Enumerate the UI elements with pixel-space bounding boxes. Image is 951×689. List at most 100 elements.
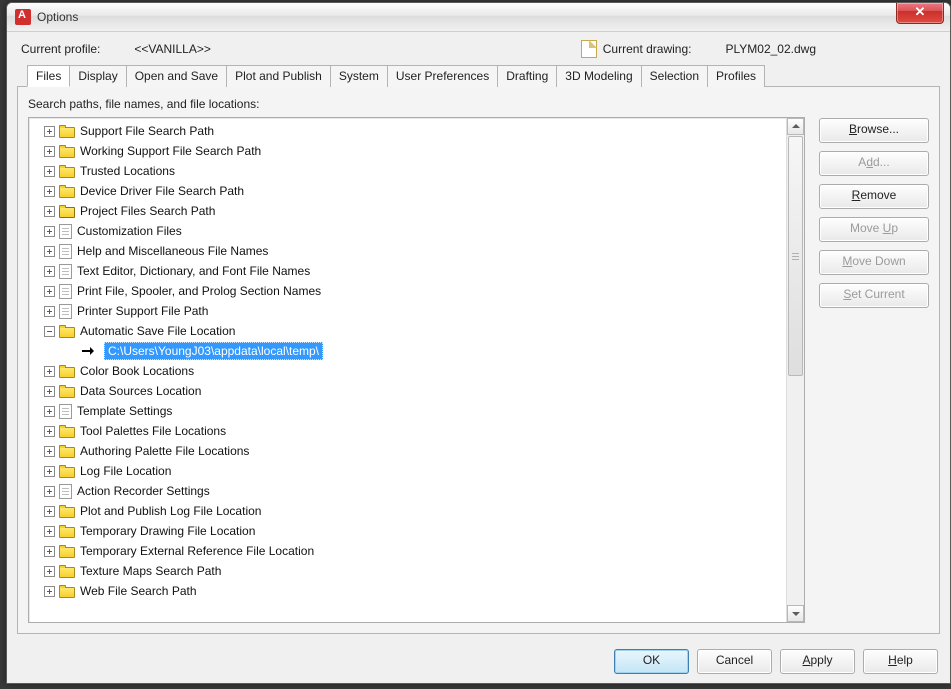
app-icon bbox=[15, 9, 31, 25]
file-icon bbox=[59, 404, 72, 419]
expand-icon[interactable] bbox=[44, 146, 55, 157]
add-button[interactable]: Add... bbox=[819, 151, 929, 176]
expand-icon[interactable] bbox=[44, 406, 55, 417]
tree-item[interactable]: Device Driver File Search Path bbox=[30, 181, 786, 201]
move-up-button[interactable]: Move Up bbox=[819, 217, 929, 242]
current-profile-value: <<VANILLA>> bbox=[134, 42, 211, 56]
tree-item-label: Log File Location bbox=[80, 464, 171, 478]
tree-item[interactable]: Action Recorder Settings bbox=[30, 481, 786, 501]
expand-icon[interactable] bbox=[44, 526, 55, 537]
file-icon bbox=[59, 484, 72, 499]
set-current-button[interactable]: Set Current bbox=[819, 283, 929, 308]
tree-item[interactable]: Working Support File Search Path bbox=[30, 141, 786, 161]
tree-item[interactable]: Trusted Locations bbox=[30, 161, 786, 181]
expand-icon[interactable] bbox=[44, 386, 55, 397]
browse-button[interactable]: Browse... bbox=[819, 118, 929, 143]
scroll-thumb[interactable] bbox=[788, 136, 803, 376]
tree-item[interactable]: Log File Location bbox=[30, 461, 786, 481]
tree-item[interactable]: Temporary Drawing File Location bbox=[30, 521, 786, 541]
cancel-button[interactable]: Cancel bbox=[697, 649, 772, 674]
selected-path[interactable]: C:\Users\YoungJ03\appdata\local\temp\ bbox=[104, 342, 323, 360]
tree-item[interactable]: Authoring Palette File Locations bbox=[30, 441, 786, 461]
tab-files[interactable]: Files bbox=[27, 65, 70, 87]
tree-item[interactable]: Template Settings bbox=[30, 401, 786, 421]
tree-item-label: Texture Maps Search Path bbox=[80, 564, 221, 578]
tree-item[interactable]: Data Sources Location bbox=[30, 381, 786, 401]
tree-item[interactable]: Customization Files bbox=[30, 221, 786, 241]
tab-plot-and-publish[interactable]: Plot and Publish bbox=[227, 65, 331, 87]
tree-item[interactable]: Text Editor, Dictionary, and Font File N… bbox=[30, 261, 786, 281]
tree-item[interactable]: Automatic Save File Location bbox=[30, 321, 786, 341]
tab-3d-modeling[interactable]: 3D Modeling bbox=[557, 65, 641, 87]
expand-icon[interactable] bbox=[44, 566, 55, 577]
expand-icon[interactable] bbox=[44, 306, 55, 317]
tab-system[interactable]: System bbox=[331, 65, 388, 87]
tab-open-and-save[interactable]: Open and Save bbox=[127, 65, 227, 87]
tree-item-label: Text Editor, Dictionary, and Font File N… bbox=[77, 264, 310, 278]
move-down-button[interactable]: Move Down bbox=[819, 250, 929, 275]
apply-button[interactable]: Apply bbox=[780, 649, 855, 674]
expand-icon[interactable] bbox=[44, 446, 55, 457]
tree-view[interactable]: Support File Search Path Working Support … bbox=[28, 117, 805, 623]
tab-profiles[interactable]: Profiles bbox=[708, 65, 765, 87]
window-title: Options bbox=[37, 10, 78, 24]
profile-row: Current profile: <<VANILLA>> Current dra… bbox=[17, 40, 940, 64]
tree-item[interactable]: Print File, Spooler, and Prolog Section … bbox=[30, 281, 786, 301]
tree-item-label: Help and Miscellaneous File Names bbox=[77, 244, 268, 258]
tree-item[interactable]: Plot and Publish Log File Location bbox=[30, 501, 786, 521]
tab-selection[interactable]: Selection bbox=[642, 65, 708, 87]
current-drawing-value: PLYM02_02.dwg bbox=[725, 42, 816, 56]
tree-item-label: Support File Search Path bbox=[80, 124, 214, 138]
tree-item[interactable]: Printer Support File Path bbox=[30, 301, 786, 321]
tree-item-label: Data Sources Location bbox=[80, 384, 201, 398]
remove-button[interactable]: Remove bbox=[819, 184, 929, 209]
current-drawing-label: Current drawing: bbox=[603, 42, 692, 56]
scroll-down-button[interactable] bbox=[787, 605, 804, 622]
tree-item[interactable]: Temporary External Reference File Locati… bbox=[30, 541, 786, 561]
expand-icon[interactable] bbox=[44, 246, 55, 257]
expand-icon[interactable] bbox=[44, 186, 55, 197]
tree-item[interactable]: Project Files Search Path bbox=[30, 201, 786, 221]
expand-icon[interactable] bbox=[44, 226, 55, 237]
expand-icon[interactable] bbox=[44, 546, 55, 557]
tree-item-label: Authoring Palette File Locations bbox=[80, 444, 249, 458]
expand-icon[interactable] bbox=[44, 266, 55, 277]
help-button[interactable]: Help bbox=[863, 649, 938, 674]
folder-icon bbox=[59, 505, 75, 518]
tree-item[interactable]: Color Book Locations bbox=[30, 361, 786, 381]
folder-icon bbox=[59, 565, 75, 578]
tree-item[interactable]: Web File Search Path bbox=[30, 581, 786, 601]
tab-user-preferences[interactable]: User Preferences bbox=[388, 65, 498, 87]
expand-icon[interactable] bbox=[44, 586, 55, 597]
tree-item-label: Printer Support File Path bbox=[77, 304, 208, 318]
tab-display[interactable]: Display bbox=[70, 65, 126, 87]
tree-child-item[interactable]: C:\Users\YoungJ03\appdata\local\temp\ bbox=[30, 341, 786, 361]
scroll-up-button[interactable] bbox=[787, 118, 804, 135]
tree-item-label: Color Book Locations bbox=[80, 364, 194, 378]
tree-item-label: Plot and Publish Log File Location bbox=[80, 504, 261, 518]
collapse-icon[interactable] bbox=[44, 326, 55, 337]
expand-icon[interactable] bbox=[44, 486, 55, 497]
panel-label: Search paths, file names, and file locat… bbox=[28, 97, 929, 111]
browse-label: rowse... bbox=[857, 122, 899, 136]
tree-item[interactable]: Texture Maps Search Path bbox=[30, 561, 786, 581]
tab-strip: FilesDisplayOpen and SavePlot and Publis… bbox=[27, 64, 940, 86]
tab-drafting[interactable]: Drafting bbox=[498, 65, 557, 87]
expand-icon[interactable] bbox=[44, 286, 55, 297]
expand-icon[interactable] bbox=[44, 426, 55, 437]
ok-button[interactable]: OK bbox=[614, 649, 689, 674]
expand-icon[interactable] bbox=[44, 466, 55, 477]
expand-icon[interactable] bbox=[44, 166, 55, 177]
expand-icon[interactable] bbox=[44, 366, 55, 377]
scrollbar[interactable] bbox=[786, 118, 804, 622]
tree-item[interactable]: Support File Search Path bbox=[30, 121, 786, 141]
close-button[interactable]: ✕ bbox=[896, 3, 944, 24]
folder-icon bbox=[59, 365, 75, 378]
expand-icon[interactable] bbox=[44, 126, 55, 137]
tree-item[interactable]: Tool Palettes File Locations bbox=[30, 421, 786, 441]
folder-icon bbox=[59, 585, 75, 598]
expand-icon[interactable] bbox=[44, 206, 55, 217]
titlebar[interactable]: Options ✕ bbox=[7, 3, 950, 32]
tree-item[interactable]: Help and Miscellaneous File Names bbox=[30, 241, 786, 261]
expand-icon[interactable] bbox=[44, 506, 55, 517]
